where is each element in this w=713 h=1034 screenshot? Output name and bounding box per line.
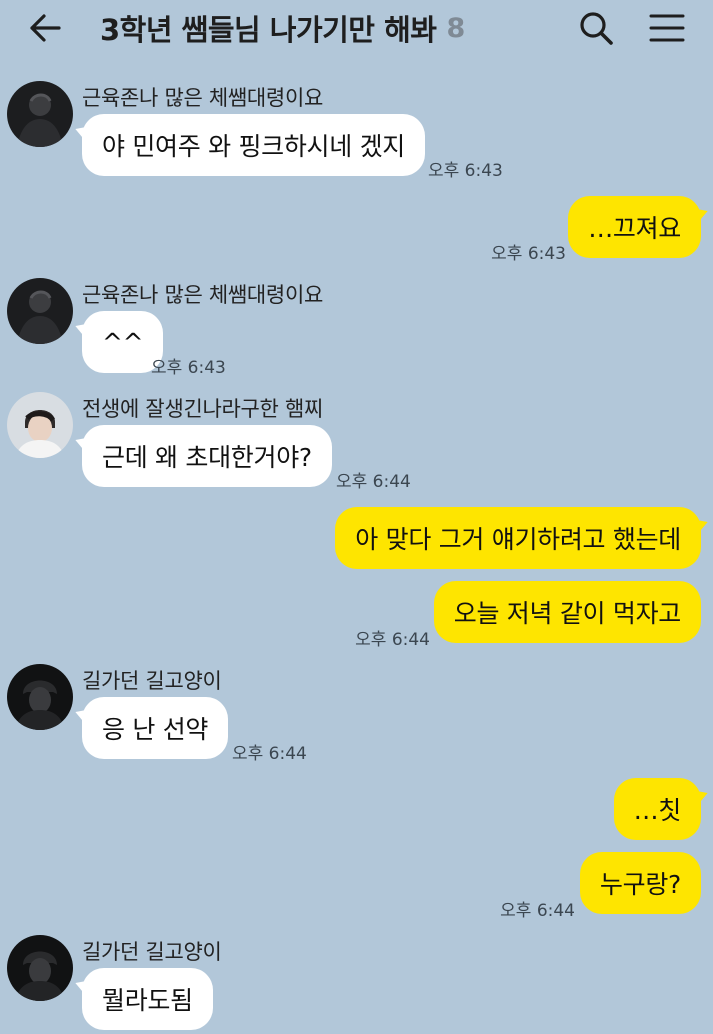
message-bubble[interactable]: 뭘라도됨 [82,968,213,1030]
message-time: 오후 6:44 [500,901,575,921]
chat-title-area: 3학년 쌤들님 나가기만 해봐 8 [100,8,465,48]
sender-name: 근육존나 많은 체쌤대령이요 [82,283,323,307]
my-message-bubble[interactable]: …칫 [613,778,701,840]
avatar-muscle-teacher[interactable] [7,278,73,344]
my-message-bubble[interactable]: …끄져요 [568,196,701,258]
profile-photo-icon [7,392,73,458]
hamburger-menu-icon [649,14,685,42]
sender-name: 길가던 길고양이 [82,669,222,693]
message-bubble[interactable]: 응 난 선약 [82,697,229,759]
message-time: 오후 6:44 [336,472,411,492]
message-time: 오후 6:43 [151,358,226,378]
my-message-bubble[interactable]: 오늘 저녁 같이 먹자고 [433,581,701,643]
avatar-hamster[interactable] [7,392,73,458]
chat-room-title: 3학년 쌤들님 나가기만 해봐 [100,13,437,47]
chat-header: 3학년 쌤들님 나가기만 해봐 8 [0,0,713,56]
message-bubble[interactable]: 근데 왜 초대한거야? [82,425,332,487]
message-time: 오후 6:44 [232,744,307,764]
my-message-bubble[interactable]: 아 맞다 그거 얘기하려고 했는데 [335,507,701,569]
avatar-muscle-teacher[interactable] [7,81,73,147]
sender-name: 근육존나 많은 체쌤대령이요 [82,86,323,110]
avatar-stray-cat[interactable] [7,935,73,1001]
message-time: 오후 6:44 [355,630,430,650]
message-bubble[interactable]: 야 민여주 와 핑크하시네 겠지 [82,114,425,176]
search-icon [580,12,613,45]
profile-photo-icon [7,81,73,147]
profile-photo-icon [7,935,73,1001]
my-message-bubble[interactable]: 누구랑? [579,852,701,914]
menu-button[interactable] [644,6,690,50]
arrow-left-icon [30,14,61,42]
profile-photo-icon [7,278,73,344]
profile-photo-icon [7,664,73,730]
avatar-stray-cat[interactable] [7,664,73,730]
message-time: 오후 6:43 [428,161,503,181]
search-button[interactable] [574,6,618,50]
sender-name: 전생에 잘생긴나라구한 햄찌 [82,397,323,421]
sender-name: 길가던 길고양이 [82,940,222,964]
back-button[interactable] [22,8,68,48]
member-count: 8 [446,12,466,44]
message-time: 오후 6:43 [491,244,566,264]
